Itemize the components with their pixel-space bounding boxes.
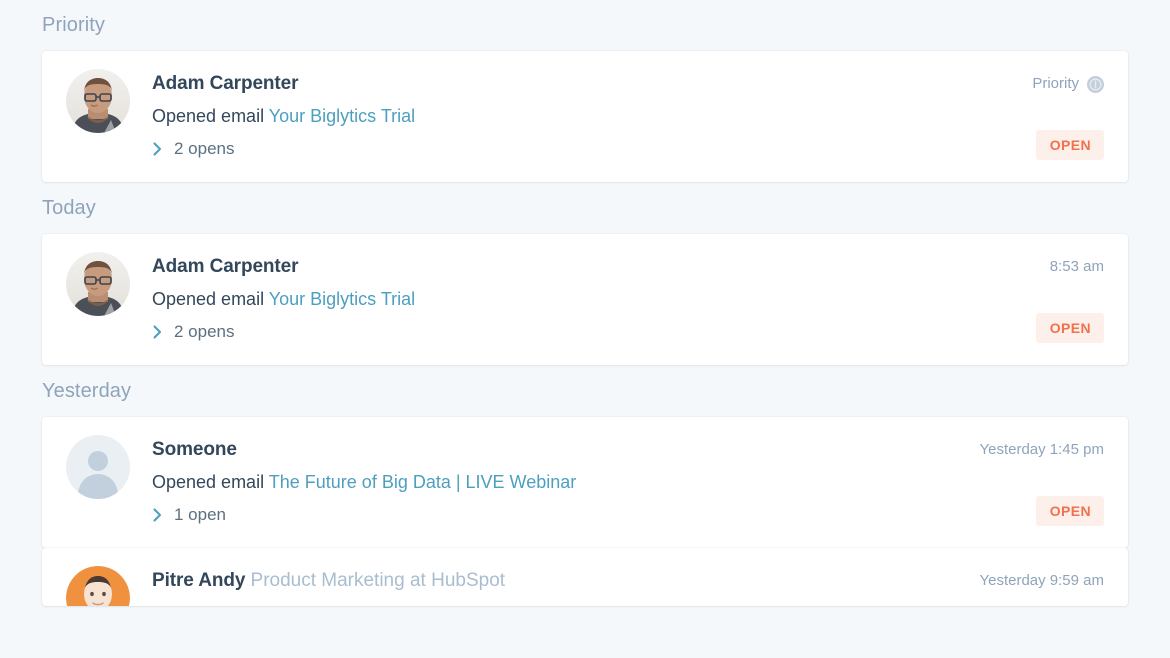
opens-expander[interactable]: 2 opens: [152, 322, 235, 342]
card-meta: Yesterday 9:59 am: [979, 566, 1104, 590]
timestamp-text: Yesterday 9:59 am: [979, 572, 1104, 590]
activity-card[interactable]: Pitre Andy Product Marketing at HubSpot …: [42, 548, 1128, 606]
avatar[interactable]: [66, 566, 130, 606]
info-circle-icon[interactable]: [1087, 76, 1104, 93]
timestamp: Yesterday 9:59 am: [979, 566, 1104, 590]
chevron-right-icon: [152, 324, 164, 340]
photo-avatar-orange-background-icon: [66, 566, 130, 606]
photo-avatar-bald-glasses-icon: [66, 252, 130, 316]
timestamp: 8:53 am: [1050, 252, 1104, 276]
activity-action: Opened email: [152, 106, 264, 126]
contact-name-text: Pitre Andy: [152, 570, 245, 591]
email-subject-link[interactable]: Your Biglytics Trial: [269, 289, 415, 309]
timestamp-text: 8:53 am: [1050, 258, 1104, 276]
timestamp: Yesterday 1:45 pm: [979, 435, 1104, 459]
status-badge: OPEN: [1036, 130, 1104, 160]
email-subject-link[interactable]: Your Biglytics Trial: [269, 106, 415, 126]
card-body: Pitre Andy Product Marketing at HubSpot: [152, 566, 1104, 593]
status-badge: OPEN: [1036, 313, 1104, 343]
contact-name-text: Someone: [152, 439, 237, 460]
section-header-today: Today: [42, 182, 1128, 234]
opens-expander[interactable]: 1 open: [152, 505, 226, 525]
contact-name-text: Adam Carpenter: [152, 256, 298, 277]
activity-action: Opened email: [152, 289, 264, 309]
card-meta: 8:53 am OPEN: [1036, 252, 1104, 345]
activity-description: Opened email Your Biglytics Trial: [152, 102, 1104, 130]
card-body: Someone Opened email The Future of Big D…: [152, 435, 1104, 525]
contact-title: Product Marketing at HubSpot: [251, 570, 506, 591]
card-meta: Yesterday 1:45 pm OPEN: [979, 435, 1104, 528]
photo-avatar-bald-glasses-icon: [66, 69, 130, 133]
activity-card[interactable]: Someone Opened email The Future of Big D…: [42, 417, 1128, 548]
opens-count: 1 open: [174, 505, 226, 525]
activity-action: Opened email: [152, 472, 264, 492]
chevron-right-icon: [152, 141, 164, 157]
avatar[interactable]: [66, 252, 130, 316]
contact-name[interactable]: Adam Carpenter: [152, 254, 1104, 279]
contact-name[interactable]: Someone: [152, 437, 1104, 462]
status-badge: OPEN: [1036, 496, 1104, 526]
activity-card[interactable]: Adam Carpenter Opened email Your Biglyti…: [42, 234, 1128, 365]
chevron-right-icon: [152, 507, 164, 523]
section-header-yesterday: Yesterday: [42, 365, 1128, 417]
opens-expander[interactable]: 2 opens: [152, 139, 235, 159]
activity-card[interactable]: Adam Carpenter Opened email Your Biglyti…: [42, 51, 1128, 182]
avatar[interactable]: [66, 435, 130, 499]
priority-indicator: Priority: [1032, 69, 1104, 93]
section-header-priority: Priority: [42, 0, 1128, 51]
card-body: Adam Carpenter Opened email Your Biglyti…: [152, 252, 1104, 342]
email-subject-link[interactable]: The Future of Big Data | LIVE Webinar: [269, 472, 577, 492]
card-meta: Priority OPEN: [1032, 69, 1104, 162]
activity-description: Opened email Your Biglytics Trial: [152, 285, 1104, 313]
priority-label: Priority: [1032, 75, 1079, 93]
default-person-avatar-icon: [66, 435, 130, 499]
timestamp-text: Yesterday 1:45 pm: [979, 441, 1104, 459]
activity-feed: Priority: [0, 0, 1170, 606]
contact-name[interactable]: Pitre Andy Product Marketing at HubSpot: [152, 568, 1104, 593]
opens-count: 2 opens: [174, 322, 235, 342]
activity-description: Opened email The Future of Big Data | LI…: [152, 468, 1104, 496]
avatar[interactable]: [66, 69, 130, 133]
opens-count: 2 opens: [174, 139, 235, 159]
contact-name-text: Adam Carpenter: [152, 73, 298, 94]
card-body: Adam Carpenter Opened email Your Biglyti…: [152, 69, 1104, 159]
contact-name[interactable]: Adam Carpenter: [152, 71, 1104, 96]
